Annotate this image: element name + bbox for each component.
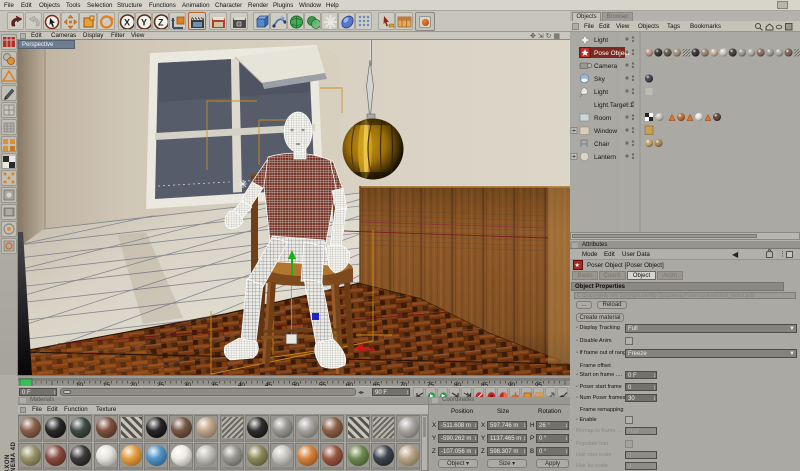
svg-text:Room: Room — [594, 115, 611, 122]
svg-text:Chair: Chair — [594, 141, 610, 148]
svg-text:X: X — [124, 18, 130, 28]
svg-text:Light: Light — [594, 89, 608, 96]
svg-text:Window: Window — [594, 128, 617, 135]
svg-text:Lantern: Lantern — [594, 154, 616, 161]
svg-text:Z: Z — [158, 18, 164, 28]
svg-text:Sky: Sky — [594, 76, 606, 83]
svg-text:Pose Object: Pose Object — [594, 50, 630, 57]
svg-text:Y: Y — [141, 18, 147, 28]
svg-text:Camera: Camera — [594, 63, 618, 70]
svg-text:Light: Light — [594, 37, 608, 44]
